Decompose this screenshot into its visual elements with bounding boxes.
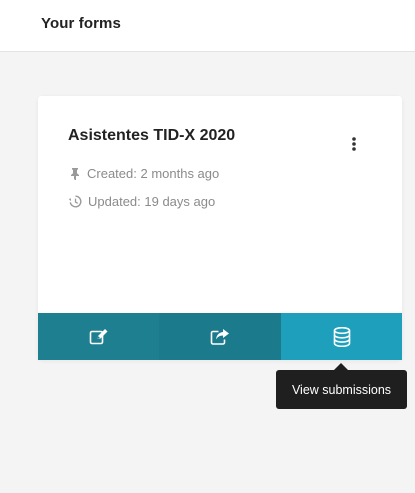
updated-info: Updated: 19 days ago: [69, 194, 215, 209]
database-icon: [333, 326, 350, 347]
edit-form-button[interactable]: [38, 313, 159, 360]
created-text: Created: 2 months ago: [87, 166, 220, 181]
kebab-menu-icon: [352, 137, 356, 151]
view-submissions-button[interactable]: [281, 313, 402, 360]
share-form-button[interactable]: [159, 313, 281, 360]
updated-text: Updated: 19 days ago: [88, 194, 216, 209]
created-info: Created: 2 months ago: [69, 166, 219, 181]
form-menu-button[interactable]: [338, 128, 370, 160]
form-title[interactable]: Asistentes TID-X 2020: [68, 127, 235, 145]
tooltip-arrow: [334, 363, 348, 370]
pin-icon: [71, 168, 79, 180]
share-icon: [210, 328, 229, 345]
form-card: Asistentes TID-X 2020 Created: 2 months …: [38, 96, 402, 360]
form-actions-bar: [38, 313, 402, 360]
view-submissions-tooltip: View submissions: [276, 370, 407, 409]
top-bar: Your forms: [0, 0, 415, 52]
edit-icon: [89, 328, 107, 344]
page-title: Your forms: [41, 15, 121, 32]
history-icon: [69, 195, 82, 208]
